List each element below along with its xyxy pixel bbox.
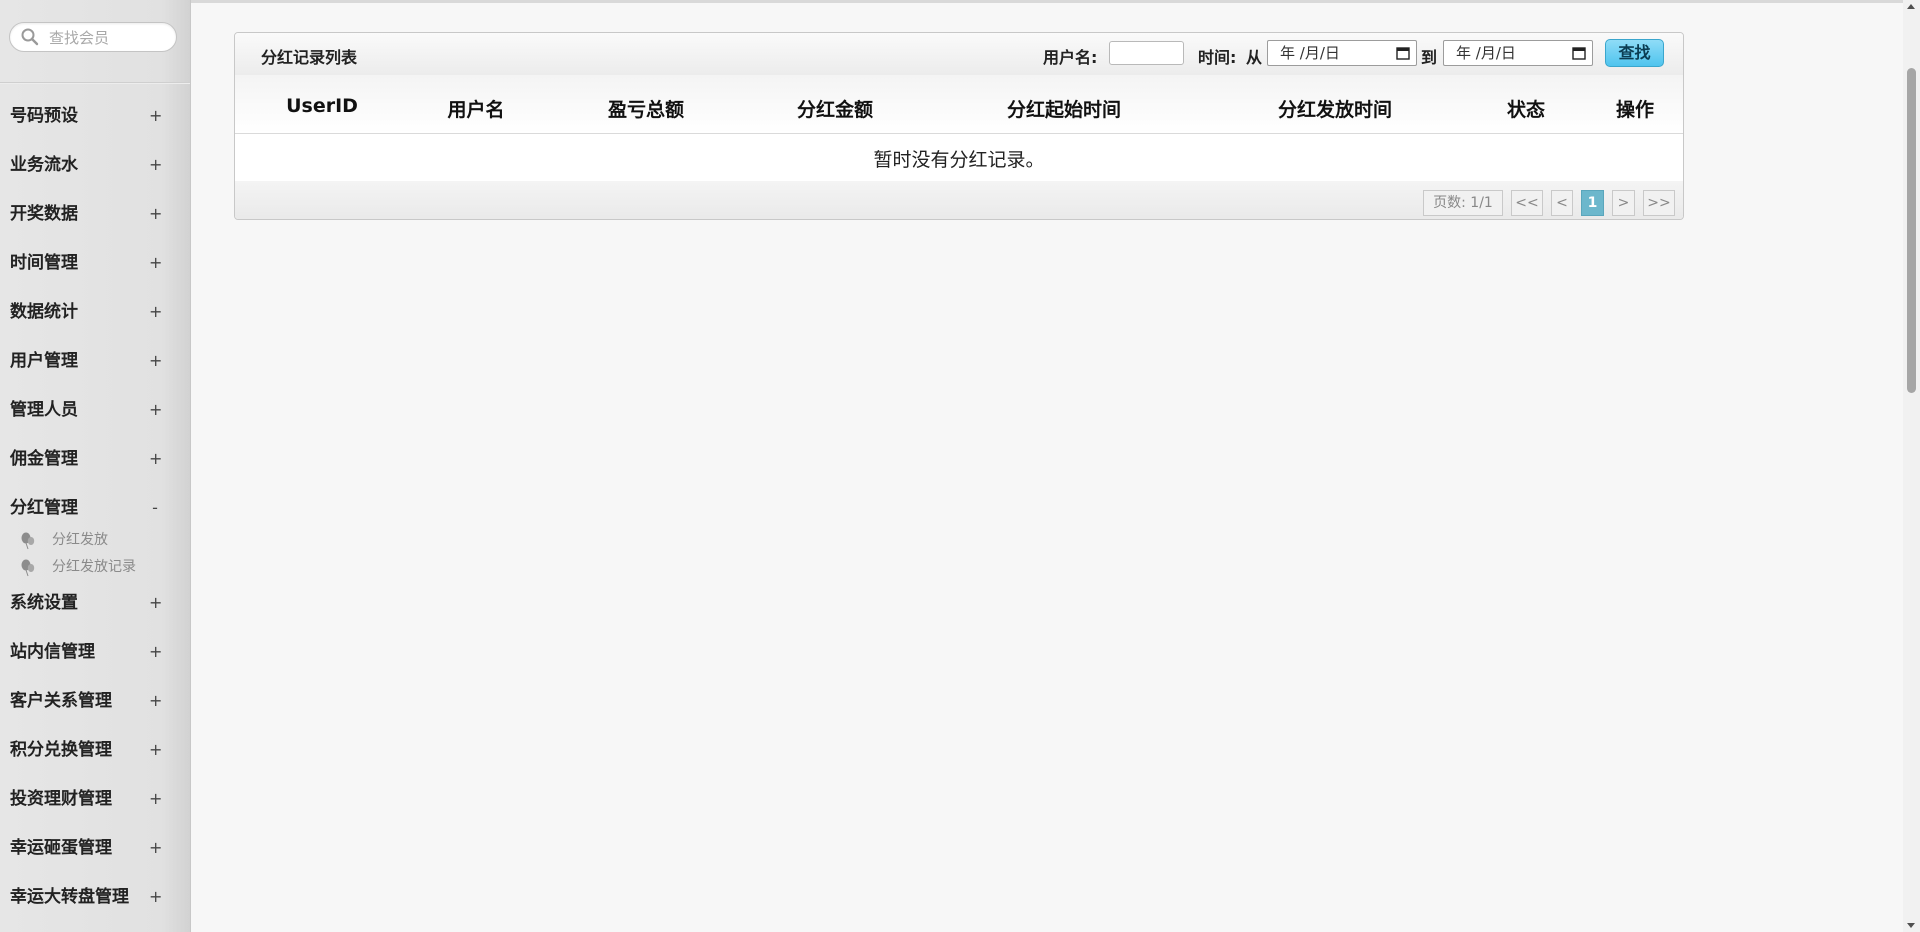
username-label: 用户名: xyxy=(1043,48,1098,67)
sidebar-item-site-messages[interactable]: 站内信管理 + xyxy=(0,632,190,681)
sidebar-item-business-flow[interactable]: 业务流水 + xyxy=(0,145,190,194)
date-from-input[interactable]: 年 /月/日 xyxy=(1267,40,1417,66)
sidebar-item-label: 幸运砸蛋管理 xyxy=(10,838,112,858)
sidebar-item-label: 管理人员 xyxy=(10,400,78,420)
sidebar-item-label: 系统设置 xyxy=(10,593,78,613)
search-icon xyxy=(21,28,39,46)
expand-toggle[interactable]: + xyxy=(149,194,162,234)
column-header-userid: UserID xyxy=(286,95,358,117)
sidebar-item-label: 积分兑换管理 xyxy=(10,740,112,760)
first-page-button[interactable]: << xyxy=(1511,190,1543,216)
to-label: 到 xyxy=(1421,48,1438,67)
empty-message: 暂时没有分红记录。 xyxy=(873,149,1045,171)
sidebar-item-label: 分红管理 xyxy=(10,498,78,518)
time-label: 时间: xyxy=(1198,48,1237,67)
scroll-up-arrow-icon[interactable] xyxy=(1907,4,1915,9)
dividend-submenu: 分红发放 分红发放记录 xyxy=(0,527,190,583)
from-label: 从 xyxy=(1246,48,1263,67)
last-page-button[interactable]: >> xyxy=(1643,190,1675,216)
expand-toggle[interactable]: + xyxy=(149,632,162,672)
expand-toggle[interactable]: + xyxy=(149,828,162,868)
balloon-icon xyxy=(21,532,35,550)
sidebar: 号码预设 + 业务流水 + 开奖数据 + 时间管理 + 数据统计 + 用户管理 … xyxy=(0,0,191,932)
sidebar-item-system-settings[interactable]: 系统设置 + xyxy=(0,583,190,632)
collapse-toggle[interactable]: - xyxy=(149,488,161,528)
expand-toggle[interactable]: + xyxy=(149,96,162,136)
expand-toggle[interactable]: + xyxy=(149,779,162,819)
sidebar-item-label: 客户关系管理 xyxy=(10,691,112,711)
expand-toggle[interactable]: + xyxy=(149,877,162,917)
sidebar-item-label: 投资理财管理 xyxy=(10,789,112,809)
sidebar-item-label: 用户管理 xyxy=(10,351,78,371)
date-from-value: 年 /月/日 xyxy=(1280,44,1340,62)
empty-table-row: 暂时没有分红记录。 xyxy=(235,133,1683,182)
expand-toggle[interactable]: + xyxy=(149,341,162,381)
sidebar-item-label: 号码预设 xyxy=(10,106,78,126)
date-to-value: 年 /月/日 xyxy=(1456,44,1516,62)
expand-toggle[interactable]: + xyxy=(149,243,162,283)
dividend-records-panel: 分红记录列表 用户名: 时间: 从 年 /月/日 到 年 /月/日 查找 Use… xyxy=(234,32,1684,220)
sidebar-item-label: 数据统计 xyxy=(10,302,78,322)
sidebar-item-time-management[interactable]: 时间管理 + xyxy=(0,243,190,292)
pagination-bar: 页数: 1/1 << < 1 > >> xyxy=(235,181,1683,219)
next-page-button[interactable]: > xyxy=(1612,190,1635,216)
column-header-profit-loss: 盈亏总额 xyxy=(607,99,685,121)
sidebar-item-crm[interactable]: 客户关系管理 + xyxy=(0,681,190,730)
sidebar-item-lucky-egg[interactable]: 幸运砸蛋管理 + xyxy=(0,828,190,877)
sidebar-divider xyxy=(0,82,190,84)
sidebar-item-lucky-wheel[interactable]: 幸运大转盘管理 + xyxy=(0,877,190,926)
sidebar-menu: 号码预设 + 业务流水 + 开奖数据 + 时间管理 + 数据统计 + 用户管理 … xyxy=(0,96,190,926)
sidebar-item-investment[interactable]: 投资理财管理 + xyxy=(0,779,190,828)
prev-page-button[interactable]: < xyxy=(1551,190,1573,216)
date-to-input[interactable]: 年 /月/日 xyxy=(1443,40,1593,66)
panel-title: 分红记录列表 xyxy=(261,48,358,67)
column-header-username: 用户名 xyxy=(447,99,505,121)
sidebar-item-label: 开奖数据 xyxy=(10,204,78,224)
expand-toggle[interactable]: + xyxy=(149,439,162,479)
sidebar-item-points-exchange[interactable]: 积分兑换管理 + xyxy=(0,730,190,779)
scroll-down-arrow-icon[interactable] xyxy=(1907,923,1915,928)
username-input[interactable] xyxy=(1109,41,1184,65)
balloon-icon xyxy=(21,559,35,577)
search-button[interactable]: 查找 xyxy=(1605,39,1664,67)
sidebar-item-user-management[interactable]: 用户管理 + xyxy=(0,341,190,390)
column-header-payout-time: 分红发放时间 xyxy=(1277,99,1393,121)
column-header-actions: 操作 xyxy=(1615,99,1655,121)
sidebar-item-label: 佣金管理 xyxy=(10,449,78,469)
expand-toggle[interactable]: + xyxy=(149,145,162,185)
page-button-current[interactable]: 1 xyxy=(1581,190,1604,216)
member-search-input[interactable] xyxy=(47,27,171,49)
sidebar-item-commission[interactable]: 佣金管理 + xyxy=(0,439,190,488)
sidebar-item-draw-data[interactable]: 开奖数据 + xyxy=(0,194,190,243)
member-search-box[interactable] xyxy=(9,22,177,52)
vertical-scrollbar[interactable] xyxy=(1903,0,1920,932)
page-info: 页数: 1/1 xyxy=(1423,190,1503,216)
submenu-item-label: 分红发放 xyxy=(52,532,108,548)
submenu-item-dividend-payout[interactable]: 分红发放 xyxy=(0,527,190,554)
expand-toggle[interactable]: + xyxy=(149,292,162,332)
expand-toggle[interactable]: + xyxy=(149,390,162,430)
submenu-item-dividend-records[interactable]: 分红发放记录 xyxy=(0,554,190,581)
column-header-start-time: 分红起始时间 xyxy=(1006,99,1122,121)
scroll-thumb[interactable] xyxy=(1907,68,1916,393)
table-header: UserID 用户名 盈亏总额 分红金额 分红起始时间 分红发放时间 状态 操作 xyxy=(235,75,1683,134)
column-header-status: 状态 xyxy=(1506,99,1546,121)
expand-toggle[interactable]: + xyxy=(149,730,162,770)
calendar-icon[interactable] xyxy=(1572,46,1586,60)
calendar-icon[interactable] xyxy=(1396,46,1410,60)
sidebar-item-number-preset[interactable]: 号码预设 + xyxy=(0,96,190,145)
column-header-dividend-amount: 分红金额 xyxy=(796,99,874,121)
member-search xyxy=(9,22,177,52)
panel-header: 分红记录列表 用户名: 时间: 从 年 /月/日 到 年 /月/日 查找 xyxy=(235,33,1683,76)
expand-toggle[interactable]: + xyxy=(149,583,162,623)
sidebar-item-label: 站内信管理 xyxy=(10,642,95,662)
sidebar-item-label: 时间管理 xyxy=(10,253,78,273)
sidebar-item-label: 业务流水 xyxy=(10,155,78,175)
sidebar-item-label: 幸运大转盘管理 xyxy=(10,887,129,907)
sidebar-item-admins[interactable]: 管理人员 + xyxy=(0,390,190,439)
top-border xyxy=(190,0,1920,3)
sidebar-item-statistics[interactable]: 数据统计 + xyxy=(0,292,190,341)
submenu-item-label: 分红发放记录 xyxy=(52,559,136,575)
expand-toggle[interactable]: + xyxy=(149,681,162,721)
